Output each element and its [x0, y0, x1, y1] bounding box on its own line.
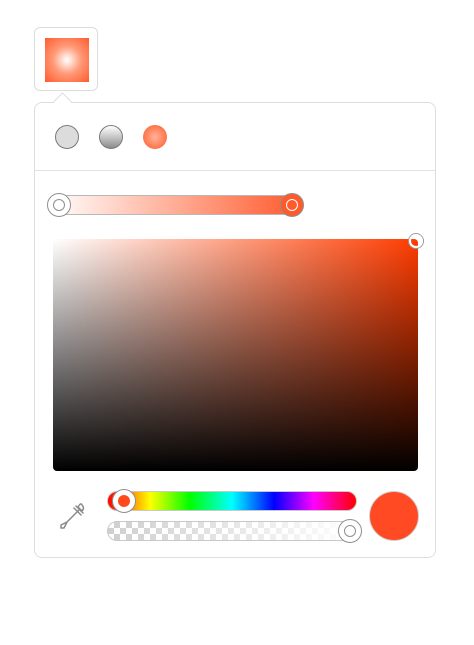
alpha-slider-handle[interactable]	[338, 519, 362, 543]
trigger-swatch-fill	[45, 38, 89, 82]
gradient-stop-handle-start[interactable]	[47, 193, 71, 217]
saturation-value-handle[interactable]	[409, 234, 423, 248]
gradient-stops-bar[interactable]	[48, 195, 302, 215]
radial-gradient-type-button[interactable]	[143, 125, 167, 149]
eyedropper-icon[interactable]	[55, 500, 89, 534]
hue-slider[interactable]	[107, 491, 357, 511]
current-color-preview	[369, 491, 419, 541]
gradient-stop-handle-end[interactable]	[280, 193, 304, 217]
hue-slider-handle[interactable]	[112, 489, 136, 513]
alpha-slider[interactable]	[107, 521, 361, 541]
color-trigger-swatch[interactable]	[34, 27, 98, 91]
gradient-type-selector	[35, 103, 435, 171]
solid-type-button[interactable]	[55, 125, 79, 149]
saturation-value-area[interactable]	[53, 239, 418, 471]
color-picker-popover	[34, 102, 436, 558]
linear-gradient-type-button[interactable]	[99, 125, 123, 149]
